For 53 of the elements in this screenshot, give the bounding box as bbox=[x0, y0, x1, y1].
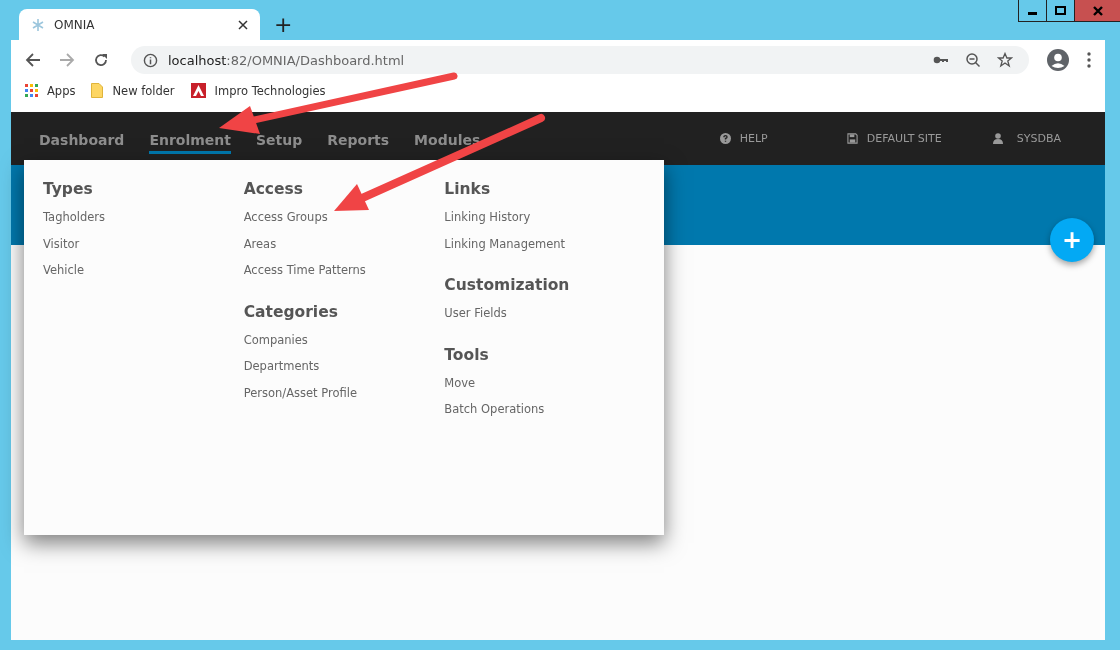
menu-item[interactable]: Companies bbox=[243, 326, 445, 353]
bookmark-link[interactable]: Apps bbox=[25, 83, 76, 98]
close-button[interactable] bbox=[1075, 0, 1120, 21]
logo-icon bbox=[190, 83, 206, 98]
menu-item[interactable]: Vehicle bbox=[43, 257, 244, 284]
bookmark-link[interactable]: Impro Technologies bbox=[190, 83, 326, 98]
tab-title: OMNIA bbox=[54, 17, 96, 32]
menu-item[interactable]: Move bbox=[444, 369, 645, 396]
menu-item[interactable]: Person/Asset Profile bbox=[243, 379, 445, 406]
nav-tab[interactable]: Setup bbox=[256, 123, 303, 154]
star-icon[interactable] bbox=[997, 52, 1013, 68]
save-icon bbox=[846, 133, 858, 144]
nav-tab[interactable]: Dashboard bbox=[39, 123, 125, 154]
close-icon bbox=[1091, 4, 1104, 17]
close-icon[interactable] bbox=[238, 19, 248, 30]
new-tab-button[interactable]: + bbox=[274, 14, 293, 36]
menu-heading: Categories bbox=[243, 302, 339, 321]
menu-item[interactable]: Tagholders bbox=[43, 204, 244, 231]
menu-item[interactable]: Linking History bbox=[444, 204, 645, 231]
reload-icon[interactable] bbox=[93, 52, 109, 68]
back-icon[interactable] bbox=[25, 52, 41, 68]
nav-link[interactable]: DEFAULT SITE bbox=[846, 132, 942, 145]
nav-tab[interactable]: Reports bbox=[327, 123, 390, 154]
folder-icon bbox=[91, 83, 104, 98]
menu-item[interactable]: Departments bbox=[243, 353, 445, 380]
more-icon[interactable] bbox=[1087, 52, 1091, 68]
menu-heading: Types bbox=[43, 180, 94, 198]
menu-item[interactable]: Access Time Patterns bbox=[243, 257, 445, 284]
apps-grid-icon bbox=[25, 84, 38, 97]
help-icon bbox=[719, 133, 731, 144]
menu-item[interactable]: Batch Operations bbox=[444, 396, 645, 423]
snowflake-icon bbox=[31, 17, 45, 32]
info-icon bbox=[143, 52, 158, 68]
menu-item[interactable]: Access Groups bbox=[243, 204, 445, 231]
zoom-out-icon[interactable] bbox=[965, 52, 981, 68]
url-text: localhost:82/OMNIA/Dashboard.html bbox=[168, 52, 405, 68]
account-icon[interactable] bbox=[1047, 49, 1069, 71]
menu-heading: Links bbox=[444, 180, 492, 198]
address-bar[interactable]: localhost:82/OMNIA/Dashboard.html bbox=[131, 46, 1029, 74]
menu-item[interactable]: Areas bbox=[243, 230, 445, 257]
menu-item[interactable]: Visitor bbox=[43, 230, 244, 257]
bookmark-link[interactable]: New folder bbox=[91, 83, 175, 98]
browser-tab[interactable]: OMNIA bbox=[19, 9, 260, 40]
menu-heading: Access bbox=[243, 180, 304, 198]
nav-tab[interactable]: Modules bbox=[414, 123, 481, 154]
user-icon bbox=[992, 133, 1003, 144]
menu-item[interactable]: User Fields bbox=[444, 300, 645, 327]
menu-heading: Tools bbox=[444, 345, 490, 364]
menu-heading: Customization bbox=[444, 276, 571, 294]
nav-link[interactable]: SYSDBA bbox=[992, 132, 1061, 145]
key-icon[interactable] bbox=[933, 55, 949, 65]
nav-link[interactable]: HELP bbox=[719, 132, 768, 145]
menu-item[interactable]: Linking Management bbox=[444, 230, 645, 257]
